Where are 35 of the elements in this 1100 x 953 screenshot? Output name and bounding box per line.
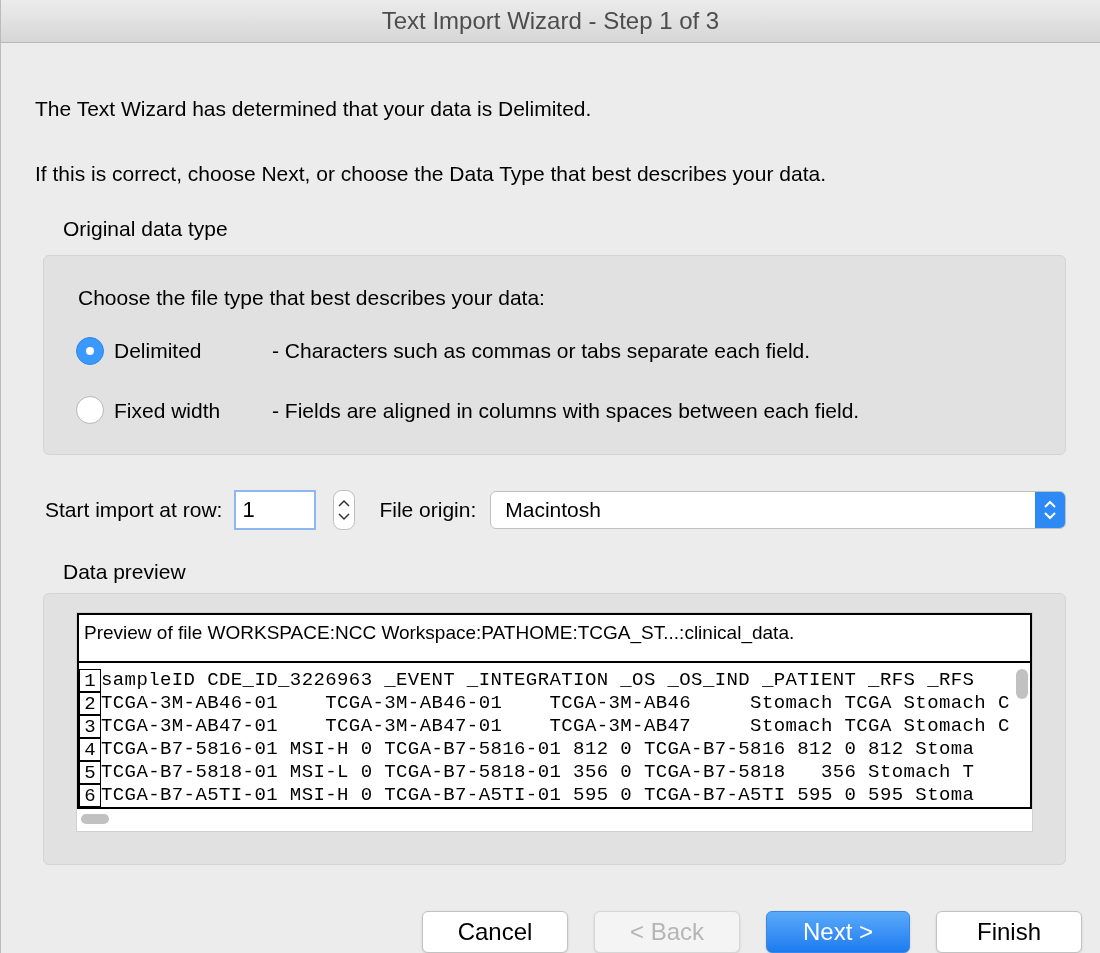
scrollbar[interactable] <box>81 814 109 824</box>
intro-text: If this is correct, choose Next, or choose the Data Type that best describes your data. <box>35 160 828 187</box>
preview-line: TCGA-B7-5818-01 MSI-L 0 TCGA-B7-5818-01 356 0 TCGA-B7-5818 356 Stomach T <box>101 761 975 784</box>
start-row-field[interactable]: 1 <box>234 489 317 530</box>
stepper-icon[interactable] <box>333 489 356 530</box>
dialog-button[interactable]: Finish <box>936 911 1082 953</box>
line-number: 3 <box>79 715 101 738</box>
field-label: File origin: <box>379 496 477 523</box>
preview-heading: Preview of file WORKSPACE:NCC Workspace:PATHOME:TCGA_ST...:clinical_data. <box>79 615 1030 663</box>
line-number: 4 <box>79 738 101 761</box>
option-description: - Fields are aligned in columns with spaces between each field. <box>272 397 860 424</box>
scrollbar[interactable] <box>1016 669 1028 699</box>
window-title: Text Import Wizard - Step 1 of 3 <box>381 6 720 36</box>
radio-button[interactable] <box>76 336 104 365</box>
field-label: Start import at row: <box>45 496 223 523</box>
dialog-button[interactable]: Cancel <box>422 911 568 953</box>
option-description: - Characters such as commas or tabs separate each field. <box>272 338 811 364</box>
line-number: 1 <box>79 669 101 692</box>
line-number: 6 <box>79 784 101 807</box>
preview-line: TCGA-B7-5816-01 MSI-H 0 TCGA-B7-5816-01 812 0 TCGA-B7-5816 812 0 812 Stoma <box>101 738 975 761</box>
prompt-text: Choose the file type that best describes your data: <box>78 284 546 311</box>
preview-line: TCGA-3M-AB46-01 TCGA-3M-AB46-01 TCGA-3M-AB46 Stomach TCGA Stomach C <box>101 692 1010 715</box>
radio-button[interactable] <box>76 396 104 425</box>
radio-option[interactable]: Fixed width <box>76 394 272 426</box>
file-origin-dropdown[interactable]: Macintosh <box>490 490 1066 529</box>
preview-line: TCGA-3M-AB47-01 TCGA-3M-AB47-01 TCGA-3M-AB47 Stomach TCGA Stomach C <box>101 715 1010 738</box>
chevron-icon <box>1035 491 1065 528</box>
radio-option[interactable]: Delimited <box>76 335 272 367</box>
preview-line: sampleID CDE_ID_3226963 _EVENT _INTEGRATION _OS _OS_IND _PATIENT _RFS _RFS <box>101 669 975 692</box>
section-title: Original data type <box>63 216 229 242</box>
line-number: 2 <box>79 692 101 715</box>
preview-line: TCGA-B7-A5TI-01 MSI-H 0 TCGA-B7-A5TI-01 595 0 TCGA-B7-A5TI 595 0 595 Stoma <box>101 784 975 807</box>
section-title: Data preview <box>63 558 187 585</box>
intro-text: The Text Wizard has determined that your data is Delimited. <box>35 96 593 122</box>
line-number: 5 <box>79 761 101 784</box>
